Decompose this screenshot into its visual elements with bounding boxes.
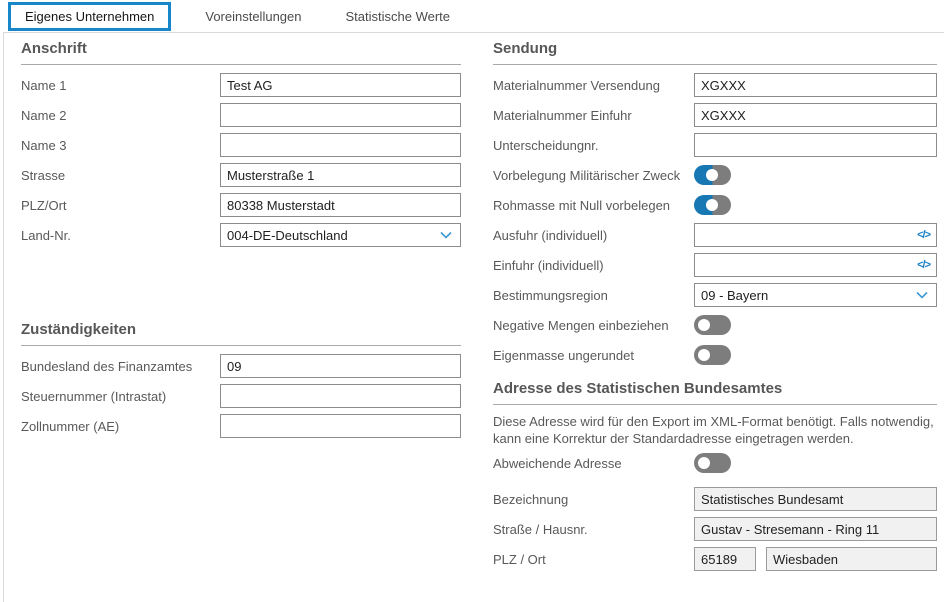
abweichende-adresse-toggle[interactable] [694, 453, 731, 473]
plz-ort-bundesamt-label: PLZ / Ort [493, 552, 694, 567]
name1-input[interactable] [220, 73, 461, 97]
tab-eigenes-unternehmen[interactable]: Eigenes Unternehmen [8, 2, 171, 31]
form-row: Land-Nr. 004-DE-Deutschland [21, 223, 461, 247]
form-row: PLZ/Ort [21, 193, 461, 217]
materialnummer-versendung-label: Materialnummer Versendung [493, 78, 694, 93]
content-panel: Anschrift Name 1 Name 2 Name 3 Strasse P… [3, 32, 944, 602]
toggle-row: Vorbelegung Militärischer Zweck [493, 163, 937, 187]
bundesland-finanzamt-label: Bundesland des Finanzamtes [21, 359, 220, 374]
right-column: Sendung Materialnummer Versendung Materi… [493, 33, 937, 577]
steuernummer-label: Steuernummer (Intrastat) [21, 389, 220, 404]
bestimmungsregion-label: Bestimmungsregion [493, 288, 694, 303]
name3-input[interactable] [220, 133, 461, 157]
plz-input [694, 547, 756, 571]
form-row: Name 1 [21, 73, 461, 97]
name1-label: Name 1 [21, 78, 220, 93]
strasse-label: Strasse [21, 168, 220, 183]
plz-ort-duo [694, 547, 937, 571]
materialnummer-einfuhr-input[interactable] [694, 103, 937, 127]
name2-input[interactable] [220, 103, 461, 127]
plz-ort-input[interactable] [220, 193, 461, 217]
toggle-row: Negative Mengen einbeziehen [493, 313, 937, 337]
form-row: Name 3 [21, 133, 461, 157]
form-row: PLZ / Ort [493, 547, 937, 571]
materialnummer-versendung-input[interactable] [694, 73, 937, 97]
unterscheidungnr-input[interactable] [694, 133, 937, 157]
code-icon[interactable]: </> [917, 229, 930, 241]
eigenmasse-ungerundet-toggle[interactable] [694, 345, 731, 365]
name3-label: Name 3 [21, 138, 220, 153]
form-row: Einfuhr (individuell) </> [493, 253, 937, 277]
left-column: Anschrift Name 1 Name 2 Name 3 Strasse P… [21, 33, 461, 444]
name2-label: Name 2 [21, 108, 220, 123]
ausfuhr-individuell-label: Ausfuhr (individuell) [493, 228, 694, 243]
section-title-zustaendigkeiten: Zuständigkeiten [21, 321, 461, 346]
vorbelegung-militaerisch-label: Vorbelegung Militärischer Zweck [493, 168, 694, 183]
code-icon[interactable]: </> [917, 259, 930, 271]
section-title-anschrift: Anschrift [21, 40, 461, 65]
land-nr-selected-value: 004-DE-Deutschland [227, 228, 348, 243]
negative-mengen-toggle[interactable] [694, 315, 731, 335]
tab-statistische-werte[interactable]: Statistische Werte [336, 3, 461, 30]
einfuhr-individuell-input[interactable] [701, 254, 917, 276]
rohmasse-null-label: Rohmasse mit Null vorbelegen [493, 198, 694, 213]
bestimmungsregion-selected-value: 09 - Bayern [701, 288, 768, 303]
toggle-row: Abweichende Adresse [493, 451, 937, 475]
strasse-hausnr-label: Straße / Hausnr. [493, 522, 694, 537]
form-row: Steuernummer (Intrastat) [21, 384, 461, 408]
rohmasse-null-toggle[interactable] [694, 195, 731, 215]
form-row: Name 2 [21, 103, 461, 127]
section-title-adresse-bundesamt: Adresse des Statistischen Bundesamtes [493, 380, 937, 405]
tab-bar: Eigenes Unternehmen Voreinstellungen Sta… [0, 0, 944, 32]
ausfuhr-individuell-input[interactable] [701, 224, 917, 246]
land-nr-select[interactable]: 004-DE-Deutschland [220, 223, 461, 247]
form-row: Strasse [21, 163, 461, 187]
zollnummer-label: Zollnummer (AE) [21, 419, 220, 434]
tab-voreinstellungen[interactable]: Voreinstellungen [195, 3, 311, 30]
vorbelegung-militaerisch-toggle[interactable] [694, 165, 731, 185]
steuernummer-input[interactable] [220, 384, 461, 408]
form-row: Ausfuhr (individuell) </> [493, 223, 937, 247]
form-row: Straße / Hausnr. [493, 517, 937, 541]
strasse-input[interactable] [220, 163, 461, 187]
land-nr-label: Land-Nr. [21, 228, 220, 243]
bundesland-finanzamt-input[interactable] [220, 354, 461, 378]
plz-ort-label: PLZ/Ort [21, 198, 220, 213]
zollnummer-input[interactable] [220, 414, 461, 438]
chevron-down-icon [440, 231, 452, 239]
form-row: Bestimmungsregion 09 - Bayern [493, 283, 937, 307]
materialnummer-einfuhr-label: Materialnummer Einfuhr [493, 108, 694, 123]
abweichende-adresse-label: Abweichende Adresse [493, 456, 694, 471]
section-title-sendung: Sendung [493, 40, 937, 65]
bezeichnung-label: Bezeichnung [493, 492, 694, 507]
toggle-row: Rohmasse mit Null vorbelegen [493, 193, 937, 217]
chevron-down-icon [916, 291, 928, 299]
adresse-info-text: Diese Adresse wird für den Export im XML… [493, 413, 937, 447]
form-row: Materialnummer Versendung [493, 73, 937, 97]
bezeichnung-input [694, 487, 937, 511]
bestimmungsregion-select[interactable]: 09 - Bayern [694, 283, 937, 307]
form-row: Bundesland des Finanzamtes [21, 354, 461, 378]
unterscheidungnr-label: Unterscheidungnr. [493, 138, 694, 153]
form-row: Unterscheidungnr. [493, 133, 937, 157]
ausfuhr-individuell-field: </> [694, 223, 937, 247]
einfuhr-individuell-field: </> [694, 253, 937, 277]
form-row: Bezeichnung [493, 487, 937, 511]
negative-mengen-label: Negative Mengen einbeziehen [493, 318, 694, 333]
toggle-row: Eigenmasse ungerundet [493, 343, 937, 367]
form-row: Materialnummer Einfuhr [493, 103, 937, 127]
strasse-hausnr-input [694, 517, 937, 541]
eigenmasse-ungerundet-label: Eigenmasse ungerundet [493, 348, 694, 363]
form-row: Zollnummer (AE) [21, 414, 461, 438]
ort-input [766, 547, 937, 571]
einfuhr-individuell-label: Einfuhr (individuell) [493, 258, 694, 273]
